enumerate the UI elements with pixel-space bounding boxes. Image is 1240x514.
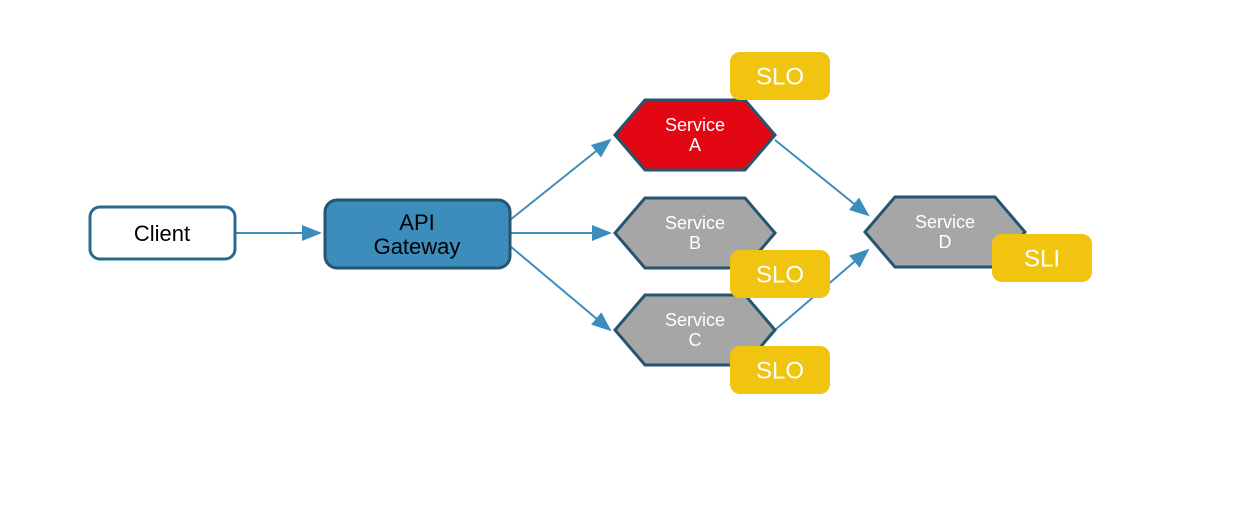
serviceB-label-2: B [689, 233, 701, 253]
slo-badge-serviceB: SLO [730, 250, 830, 298]
gateway-node: API Gateway [325, 200, 510, 268]
client-label: Client [134, 221, 190, 246]
gateway-label-1: API [399, 210, 434, 235]
sli-badge-serviceD-label: SLI [1024, 245, 1060, 272]
serviceD-label-2: D [939, 232, 952, 252]
slo-badge-serviceA-label: SLO [756, 63, 804, 90]
slo-badge-serviceA: SLO [730, 52, 830, 100]
slo-badge-serviceC-label: SLO [756, 357, 804, 384]
serviceA-node: Service A [615, 100, 775, 170]
gateway-label-2: Gateway [374, 234, 461, 259]
serviceA-label-1: Service [665, 115, 725, 135]
serviceB-label-1: Service [665, 213, 725, 233]
arrow-gateway-serviceC [510, 246, 610, 330]
slo-badge-serviceB-label: SLO [756, 261, 804, 288]
serviceC-label-1: Service [665, 310, 725, 330]
arrow-serviceA-serviceD [775, 140, 868, 215]
serviceD-label-1: Service [915, 212, 975, 232]
architecture-diagram: Client API Gateway Service A Service B S… [0, 0, 1240, 514]
client-node: Client [90, 207, 235, 259]
serviceC-label-2: C [689, 330, 702, 350]
serviceA-label-2: A [689, 135, 701, 155]
slo-badge-serviceC: SLO [730, 346, 830, 394]
sli-badge-serviceD: SLI [992, 234, 1092, 282]
arrow-gateway-serviceA [510, 140, 610, 220]
